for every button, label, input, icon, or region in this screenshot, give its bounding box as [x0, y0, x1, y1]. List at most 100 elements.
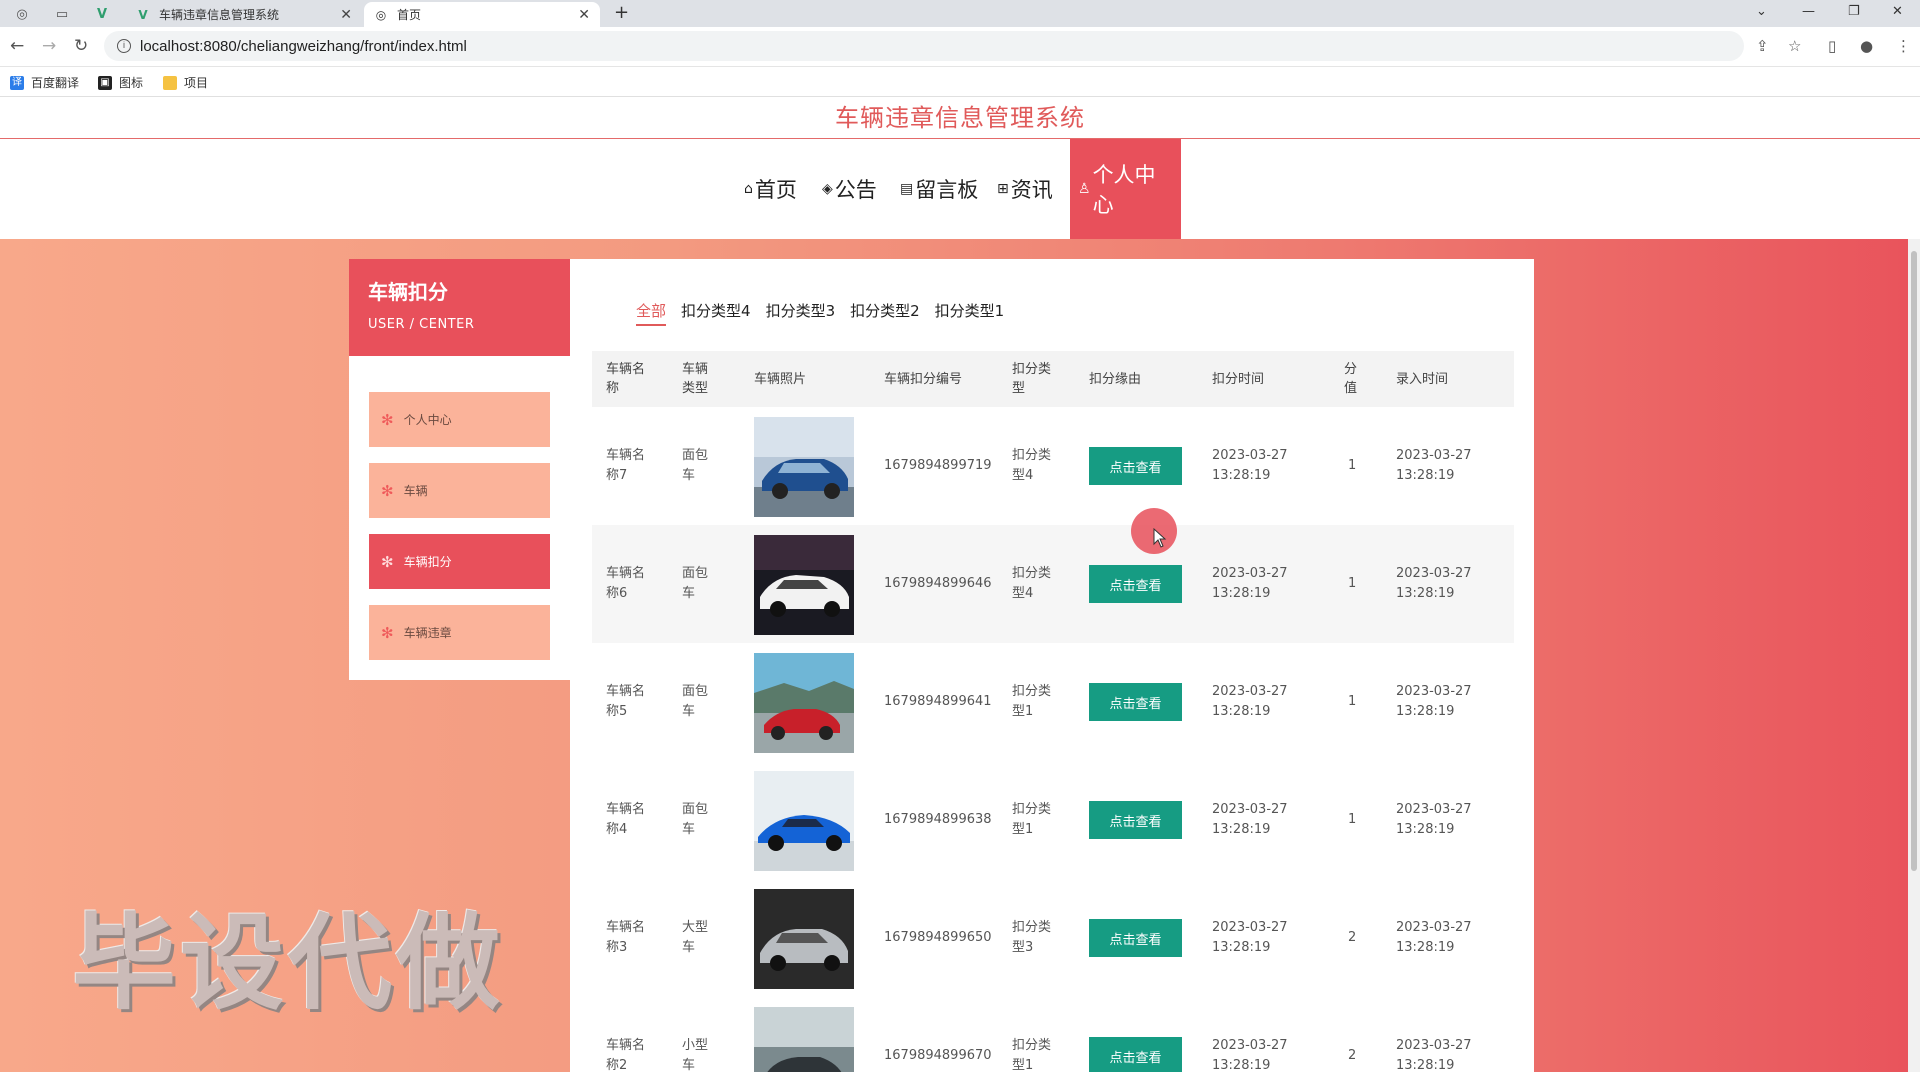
view-reason-button[interactable]: 点击查看 [1089, 447, 1182, 485]
filter-type-2[interactable]: 扣分类型2 [850, 300, 920, 326]
bookmark-label: 百度翻译 [31, 76, 80, 90]
cell-deduction-time: 2023-03-27 13:28:19 [1212, 566, 1288, 601]
view-reason-button[interactable]: 点击查看 [1089, 565, 1182, 603]
sidebar-item-label: 个人中心 [403, 413, 452, 427]
cell-vehicle-type: 面包车 [682, 802, 709, 837]
view-reason-button[interactable]: 点击查看 [1089, 1037, 1182, 1072]
sidebar-item-label: 车辆扣分 [403, 555, 452, 569]
cell-deduction-type: 扣分类型1 [1012, 802, 1052, 837]
sidebar-item-vehicle[interactable]: ✻ 车辆 [369, 463, 550, 518]
back-button[interactable]: ← [10, 36, 24, 56]
cell-vehicle-type: 小型车 [682, 1038, 709, 1072]
vehicle-photo[interactable] [754, 653, 854, 753]
reload-button[interactable]: ↻ [74, 36, 88, 56]
vehicle-photo[interactable] [754, 1007, 854, 1072]
asterisk-icon: ✻ [381, 623, 394, 642]
sidebar-item-vehicle-violation[interactable]: ✻ 车辆违章 [369, 605, 550, 660]
nav-news[interactable]: ⊞ 资讯 [997, 139, 1053, 239]
sidebar-item-label: 车辆违章 [403, 626, 452, 640]
profile-icon[interactable]: ● [1860, 37, 1873, 55]
bookmark-item[interactable]: 项目 [163, 74, 208, 91]
sidebar-item-vehicle-deduction[interactable]: ✻ 车辆扣分 [369, 534, 550, 589]
header-deduction-code: 车辆扣分编号 [884, 371, 963, 387]
sidebar-header: 车辆扣分 USER / CENTER [349, 259, 570, 356]
close-icon[interactable]: ✕ [340, 7, 352, 23]
bookmark-label: 图标 [119, 76, 144, 90]
asterisk-icon: ✻ [381, 410, 394, 429]
bookmark-label: 项目 [184, 76, 209, 90]
nav-label: 公告 [834, 178, 877, 202]
filter-type-4[interactable]: 扣分类型4 [681, 300, 751, 326]
scrollbar-thumb[interactable] [1911, 251, 1917, 871]
site-header: 车辆违章信息管理系统 [0, 98, 1920, 139]
cell-score: 1 [1348, 694, 1357, 709]
vue-tab-icon[interactable]: V [86, 3, 118, 25]
globe-icon[interactable]: ◎ [6, 3, 38, 25]
menu-icon[interactable]: ⋮ [1896, 37, 1911, 55]
tab-system[interactable]: V 车辆违章信息管理系统 ✕ [126, 2, 362, 27]
nav-home[interactable]: ⌂ 首页 [744, 139, 797, 239]
cell-vehicle-name: 车辆名称2 [606, 1038, 646, 1072]
filter-type-1[interactable]: 扣分类型1 [935, 300, 1005, 326]
user-icon: ♙ [1078, 181, 1091, 197]
nav-notice[interactable]: ◈ 公告 [822, 139, 877, 239]
header-deduction-type: 扣分类型 [1012, 362, 1052, 396]
cell-score: 1 [1348, 576, 1357, 591]
table-row: 车辆名称5 面包车 1679894899641 扣分类型1 点击查看 2023-03-27… [592, 643, 1514, 761]
bookmark-item[interactable]: ▣ 图标 [98, 74, 143, 91]
view-reason-button[interactable]: 点击查看 [1089, 683, 1182, 721]
chevron-down-icon[interactable]: ⌄ [1756, 4, 1767, 19]
window-close-button[interactable]: ✕ [1892, 4, 1903, 19]
close-icon[interactable]: ✕ [578, 7, 590, 23]
nav-user-center[interactable]: ♙ 个人中心 [1070, 139, 1181, 239]
info-icon[interactable]: i [117, 39, 131, 53]
tab-home[interactable]: ◎ 首页 ✕ [364, 2, 600, 27]
filter-type-3[interactable]: 扣分类型3 [766, 300, 836, 326]
view-reason-button[interactable]: 点击查看 [1089, 801, 1182, 839]
forward-button[interactable]: → [42, 36, 56, 56]
minimize-button[interactable]: — [1802, 4, 1815, 19]
table-row: 车辆名称2 小型车 1679894899670 扣分类型1 点击查看 2023-03-27… [592, 997, 1514, 1072]
cell-vehicle-type: 面包车 [682, 448, 709, 483]
bookmarks-bar: 译 百度翻译 ▣ 图标 项目 [0, 67, 1920, 97]
sidebar-item-user-center[interactable]: ✻ 个人中心 [369, 392, 550, 447]
grid-icon: ⊞ [997, 181, 1009, 197]
page-scrollbar[interactable] [1908, 239, 1920, 1072]
sidebar-title: 车辆扣分 [368, 280, 448, 304]
home-icon: ⌂ [744, 181, 753, 197]
cell-deduction-code: 1679894899670 [884, 1048, 992, 1063]
share-icon[interactable]: ⇪ [1756, 37, 1769, 55]
view-reason-button[interactable]: 点击查看 [1089, 919, 1182, 957]
table-row: 车辆名称3 大型车 1679894899650 扣分类型3 点击查看 2023-03-27… [592, 879, 1514, 997]
blank-tab-icon[interactable]: ▭ [46, 3, 78, 25]
filter-all[interactable]: 全部 [636, 300, 667, 326]
nav-message-board[interactable]: ▤ 留言板 [900, 139, 978, 239]
translate-icon: 译 [10, 75, 24, 90]
tab-label: 首页 [397, 8, 422, 22]
filter-tabs: 全部 扣分类型4 扣分类型3 扣分类型2 扣分类型1 [636, 300, 1019, 326]
new-tab-button[interactable]: + [614, 2, 629, 23]
cell-deduction-type: 扣分类型4 [1012, 566, 1052, 601]
cell-vehicle-name: 车辆名称4 [606, 802, 646, 837]
vehicle-photo[interactable] [754, 889, 854, 989]
url-text: localhost:8080/cheliangweizhang/front/in… [140, 37, 467, 55]
star-icon[interactable]: ☆ [1788, 37, 1801, 55]
cell-score: 1 [1348, 458, 1357, 473]
cell-deduction-time: 2023-03-27 13:28:19 [1212, 920, 1288, 955]
header-entry-time: 录入时间 [1396, 371, 1449, 387]
header-deduction-time: 扣分时间 [1212, 371, 1265, 387]
vehicle-photo[interactable] [754, 771, 854, 871]
restore-button[interactable]: ❐ [1848, 4, 1860, 19]
cell-deduction-code: 1679894899646 [884, 576, 992, 591]
cell-deduction-code: 1679894899719 [884, 458, 992, 473]
vehicle-photo[interactable] [754, 535, 854, 635]
url-field[interactable]: i localhost:8080/cheliangweizhang/front/… [104, 31, 1744, 61]
asterisk-icon: ✻ [381, 552, 394, 571]
bookmark-item[interactable]: 译 百度翻译 [10, 74, 79, 91]
header-score: 分值 [1344, 362, 1358, 396]
asterisk-icon: ✻ [381, 481, 394, 500]
vehicle-photo[interactable] [754, 417, 854, 517]
deduction-table: 车辆名称 车辆类型 车辆照片 车辆扣分编号 扣分类型 扣分缘由 扣分时间 分值 … [592, 351, 1514, 1072]
sidepanel-icon[interactable]: ▯ [1828, 37, 1836, 55]
main-nav: ⌂ 首页 ◈ 公告 ▤ 留言板 ⊞ 资讯 ♙ 个人中心 [0, 139, 1920, 239]
